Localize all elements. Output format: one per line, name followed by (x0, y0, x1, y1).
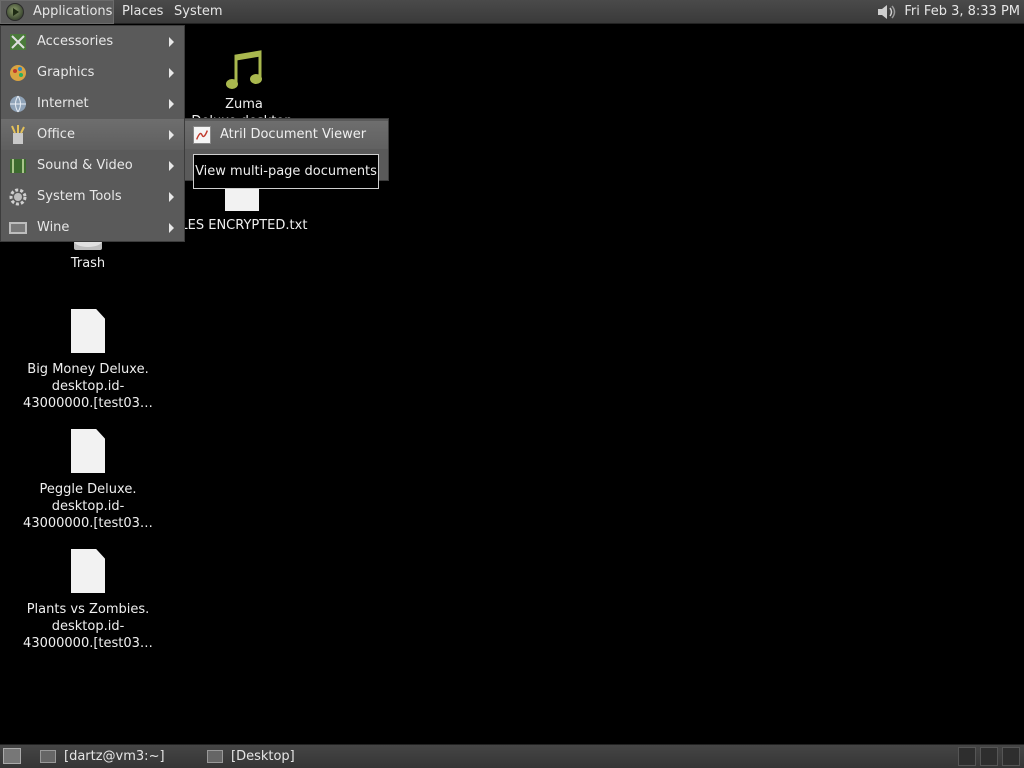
desktop-icon-label-line: Peggle Deluxe. (39, 482, 137, 497)
places-menu-button[interactable]: Places (122, 0, 163, 24)
applications-label: Applications (33, 4, 113, 19)
workspace-switcher-3[interactable] (1002, 747, 1020, 766)
chevron-right-icon (169, 130, 174, 140)
file-icon (71, 429, 105, 473)
desktop-icon-peggle[interactable]: Peggle Deluxe. desktop.id- 43000000.[tes… (18, 429, 158, 532)
file-icon (71, 549, 105, 593)
desktop-icon-plants-vs-zombies[interactable]: Plants vs Zombies. desktop.id- 43000000.… (18, 549, 158, 652)
internet-icon (10, 95, 26, 113)
desktop-icon-big-money[interactable]: Big Money Deluxe. desktop.id- 43000000.[… (18, 309, 158, 412)
taskbar-item-label: [dartz@vm3:~] (64, 749, 165, 764)
chevron-right-icon (169, 68, 174, 78)
desktop-icon-label-line: Plants vs Zombies. (26, 602, 150, 617)
chevron-right-icon (169, 223, 174, 233)
chevron-right-icon (169, 192, 174, 202)
desktop-icon-label-line: desktop.id- (51, 619, 125, 634)
menu-item-accessories[interactable]: Accessories (1, 26, 184, 57)
system-menu-button[interactable]: System (174, 0, 222, 24)
folder-icon (207, 750, 223, 763)
volume-icon[interactable] (876, 3, 898, 21)
desktop-icon-label-line: 43000000.[test03… (23, 636, 153, 651)
chevron-right-icon (169, 161, 174, 171)
menu-item-label: Internet (37, 96, 89, 111)
applications-dropdown: Accessories Graphics Internet Office Sou… (0, 25, 185, 242)
desktop-icon-label-line: desktop.id- (51, 499, 125, 514)
desktop-icon-label-line: 43000000.[test03… (23, 516, 153, 531)
desktop-icon-label-line: desktop.id- (51, 379, 125, 394)
terminal-icon (40, 750, 56, 763)
accessories-icon (10, 34, 26, 50)
menu-item-label: Sound & Video (37, 158, 133, 173)
menu-item-label: Office (37, 127, 75, 142)
music-icon (226, 50, 262, 89)
clock[interactable]: Fri Feb 3, 8:33 PM (904, 0, 1020, 24)
atril-icon (193, 126, 211, 144)
workspace-switcher-2[interactable] (980, 747, 998, 766)
menu-item-system-tools[interactable]: System Tools (1, 181, 184, 212)
menu-item-sound-video[interactable]: Sound & Video (1, 150, 184, 181)
graphics-icon (10, 65, 26, 81)
desktop-screen: Applications Places System Fri Feb 3, 8:… (0, 0, 1024, 768)
show-desktop-icon[interactable] (3, 748, 21, 764)
chevron-right-icon (169, 37, 174, 47)
menu-item-label: Wine (37, 220, 70, 235)
taskbar-item-label: [Desktop] (231, 749, 295, 764)
bottom-panel: [dartz@vm3:~] [Desktop] (0, 744, 1024, 768)
chevron-right-icon (169, 99, 174, 109)
desktop-icon-label-line: Big Money Deluxe. (27, 362, 149, 377)
menu-item-office[interactable]: Office (1, 119, 184, 150)
submenu-item-atril[interactable]: Atril Document Viewer (185, 121, 388, 149)
submenu-item-label: Atril Document Viewer (220, 127, 367, 142)
file-icon (71, 309, 105, 353)
gear-icon (9, 188, 27, 206)
desktop-icon-label: ILES ENCRYPTED.txt (176, 218, 308, 233)
workspace-switcher-1[interactable] (958, 747, 976, 766)
applications-menu-button[interactable]: Applications (0, 0, 114, 24)
menu-item-internet[interactable]: Internet (1, 88, 184, 119)
sound-video-icon (10, 159, 26, 173)
wine-icon (9, 222, 27, 234)
desktop-icon-label-line: 43000000.[test03… (23, 396, 153, 411)
top-panel: Applications Places System Fri Feb 3, 8:… (0, 0, 1024, 24)
tooltip: View multi-page documents (193, 154, 379, 189)
menu-item-label: Graphics (37, 65, 95, 80)
desktop-icon-label: Trash (70, 256, 106, 271)
menu-item-graphics[interactable]: Graphics (1, 57, 184, 88)
menu-item-wine[interactable]: Wine (1, 212, 184, 243)
menu-item-label: System Tools (37, 189, 122, 204)
office-icon (11, 125, 25, 144)
menu-item-label: Accessories (37, 34, 114, 49)
applications-logo-icon (6, 3, 24, 21)
